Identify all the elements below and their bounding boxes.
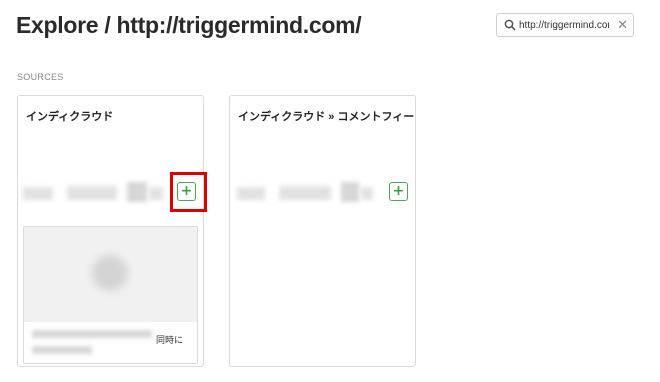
source-preview[interactable]: 同時に — [23, 226, 198, 364]
clear-search-icon[interactable]: ✕ — [617, 16, 628, 34]
page-title: Explore / http://triggermind.com/ — [16, 12, 362, 38]
preview-image — [24, 227, 197, 322]
source-card[interactable]: インディクラウド » コメントフィー… + — [229, 95, 416, 367]
source-card-title: インディクラウド — [26, 111, 114, 123]
sources-section-label: SOURCES — [17, 72, 64, 82]
search-icon — [504, 19, 516, 31]
highlight-box — [170, 172, 207, 212]
blurred-source-text — [23, 179, 175, 205]
blurred-source-text — [235, 179, 387, 205]
add-source-button[interactable]: + — [389, 182, 408, 201]
preview-caption: 同時に — [156, 335, 184, 345]
preview-text: 同時に — [24, 322, 197, 363]
search-input[interactable] — [519, 17, 609, 33]
source-card[interactable]: インディクラウド + 同時に — [17, 95, 204, 367]
search-field[interactable]: ✕ — [496, 13, 634, 37]
source-card-title: インディクラウド » コメントフィー… — [238, 111, 414, 123]
